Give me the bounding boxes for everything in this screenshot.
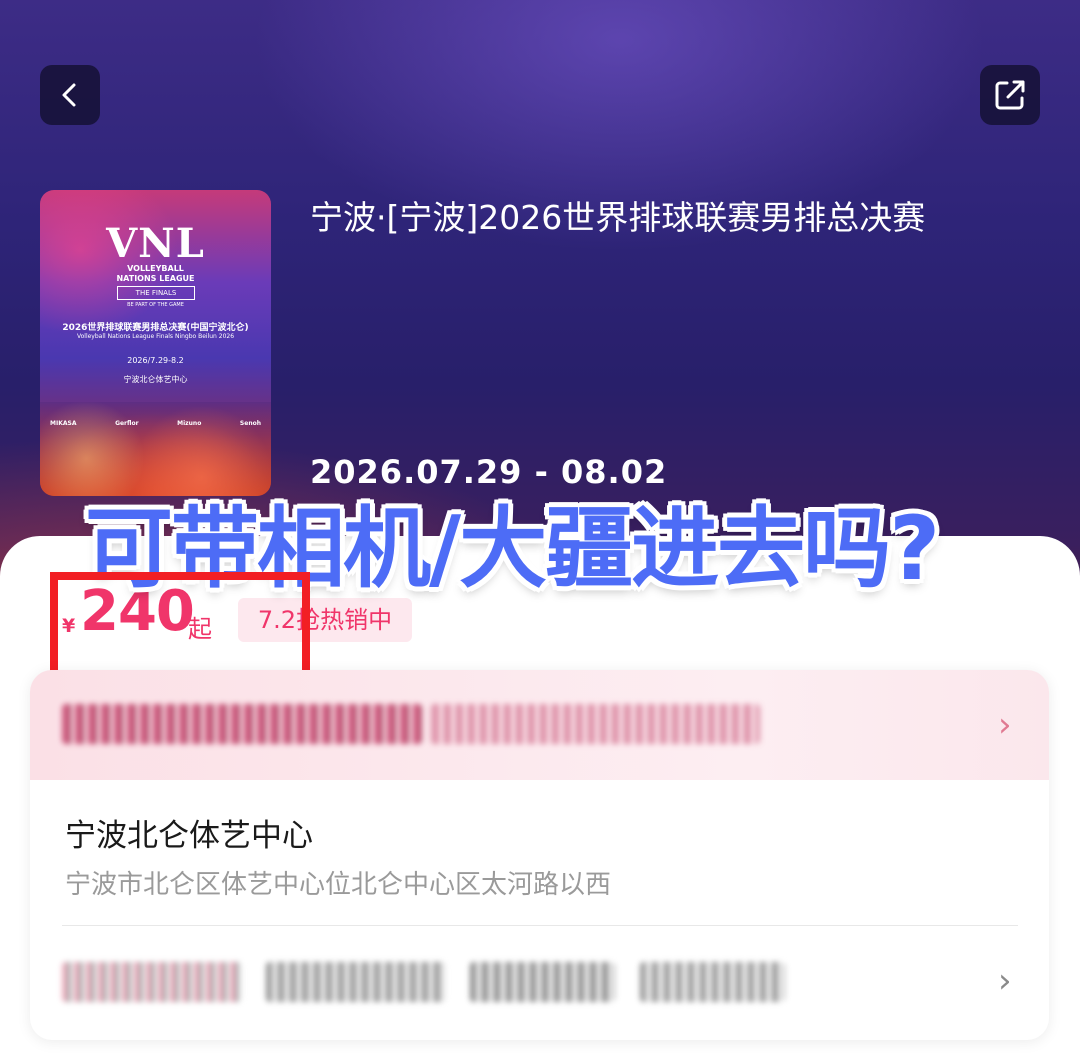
sponsor-gerflor: Gerflor: [115, 420, 139, 427]
poster-league-line2: NATIONS LEAGUE: [116, 274, 195, 283]
share-button[interactable]: [980, 65, 1040, 125]
chevron-left-icon: [62, 83, 76, 107]
sponsor-senoh: Senoh: [239, 420, 261, 427]
share-icon: [995, 80, 1025, 110]
info-blurred-text: [266, 962, 446, 1002]
chevron-right-icon: ›: [998, 705, 1012, 745]
venue-address[interactable]: 宁波市北仑区体艺中心位北仑中心区太河路以西: [65, 864, 611, 901]
poster-date: 2026/7.29-8.2: [127, 356, 184, 365]
info-blurred-text: [640, 962, 785, 1002]
chevron-right-icon: ›: [998, 961, 1012, 1001]
poster-venue: 宁波北仑体艺中心: [123, 375, 188, 384]
notice-blurred-text: [62, 704, 422, 744]
back-button[interactable]: [40, 65, 100, 125]
sponsor-mikasa: MIKASA: [50, 420, 77, 427]
event-title: 宁波·[宁波]2026世界排球联赛男排总决赛: [310, 198, 926, 237]
poster-en-title: Volleyball Nations League Finals Ningbo …: [76, 333, 235, 340]
poster-sponsors: MIKASA Gerflor Mizuno Senoh: [50, 420, 261, 427]
notice-blurred-text: [430, 704, 760, 744]
info-row[interactable]: ›: [30, 926, 1049, 1040]
poster-finals: THE FINALS: [117, 286, 195, 300]
poster-logo: VNL: [106, 220, 205, 267]
notice-row[interactable]: ›: [30, 670, 1049, 780]
info-card: › 宁波北仑体艺中心 宁波市北仑区体艺中心位北仑中心区太河路以西 ›: [30, 670, 1049, 1040]
poster-tagline: BE PART OF THE GAME: [127, 302, 184, 308]
poster-cn-title: 2026世界排球联赛男排总决赛(中国宁波北仑): [62, 323, 249, 333]
sponsor-mizuno: Mizuno: [177, 420, 202, 427]
event-poster[interactable]: VNL VOLLEYBALL NATIONS LEAGUE THE FINALS…: [40, 190, 271, 496]
poster-league-line1: VOLLEYBALL: [127, 264, 184, 273]
venue-name[interactable]: 宁波北仑体艺中心: [65, 810, 313, 855]
info-blurred-text: [470, 962, 615, 1002]
info-blurred-text: [62, 962, 242, 1002]
